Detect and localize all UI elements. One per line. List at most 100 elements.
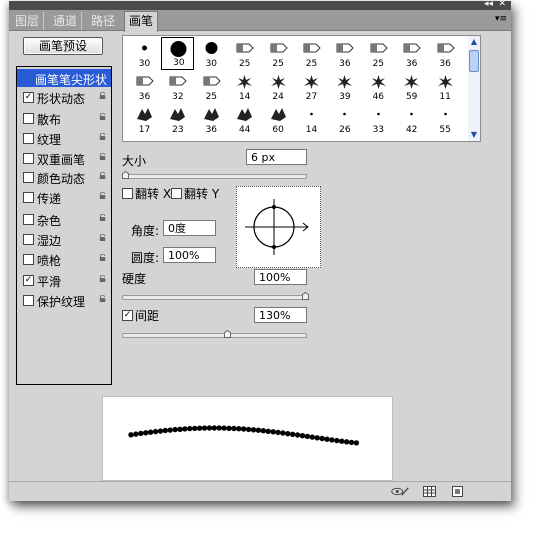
flip-x-checkbox[interactable] bbox=[122, 188, 133, 199]
brush-setting-item[interactable]: 保护纹理 bbox=[17, 291, 111, 309]
setting-checkbox[interactable] bbox=[23, 172, 34, 183]
close-icon[interactable]: ✕ bbox=[498, 0, 506, 10]
brush-tip-cell[interactable]: 36 bbox=[429, 37, 462, 70]
brush-setting-item[interactable]: 传递 bbox=[17, 188, 111, 206]
brush-tip-cell[interactable]: 11 bbox=[429, 70, 462, 103]
brush-setting-item[interactable]: ✓ 平滑 bbox=[17, 271, 111, 289]
tab-paths[interactable]: 路径 bbox=[87, 12, 119, 30]
tab-layers[interactable]: 图层 bbox=[11, 12, 45, 30]
lock-icon[interactable] bbox=[98, 295, 107, 302]
hardness-field[interactable]: 100% bbox=[254, 269, 307, 285]
brush-setting-item[interactable]: ✓ 形状动态 bbox=[17, 88, 111, 106]
brush-tip-cell[interactable]: 30 bbox=[161, 37, 195, 70]
scroll-up-icon[interactable]: ▲ bbox=[468, 36, 480, 48]
brush-setting-item[interactable]: 纹理 bbox=[17, 129, 111, 147]
angle-roundness-preview[interactable] bbox=[236, 186, 321, 268]
brush-tip-cell[interactable]: 25 bbox=[362, 37, 395, 70]
lock-icon[interactable] bbox=[98, 153, 107, 160]
grid-icon[interactable] bbox=[423, 486, 436, 497]
brush-tip-size: 32 bbox=[172, 92, 184, 102]
brush-tip-cell[interactable]: 25 bbox=[295, 37, 328, 70]
brush-tip-cell[interactable]: 32 bbox=[161, 70, 194, 103]
brush-tip-cell[interactable]: 36 bbox=[128, 70, 161, 103]
brush-tip-cell[interactable]: 14 bbox=[295, 103, 328, 136]
brush-tip-cell[interactable]: 14 bbox=[228, 70, 261, 103]
lock-icon[interactable] bbox=[98, 113, 107, 120]
setting-checkbox[interactable] bbox=[23, 254, 34, 265]
setting-checkbox[interactable] bbox=[23, 295, 34, 306]
scroll-thumb[interactable] bbox=[469, 50, 479, 72]
brush-tip-cell[interactable]: 39 bbox=[328, 70, 361, 103]
brush-setting-item[interactable]: 湿边 bbox=[17, 230, 111, 248]
setting-checkbox[interactable] bbox=[23, 234, 34, 245]
size-field[interactable]: 6 px bbox=[246, 149, 307, 165]
brush-tip-cell[interactable]: 42 bbox=[395, 103, 428, 136]
brush-tip-cell[interactable]: 23 bbox=[161, 103, 194, 136]
brush-tip-cell[interactable]: 36 bbox=[328, 37, 361, 70]
brush-presets-button[interactable]: 画笔预设 bbox=[23, 37, 103, 55]
brush-tip-cell[interactable]: 36 bbox=[195, 103, 228, 136]
brush-tip-cell[interactable]: 44 bbox=[228, 103, 261, 136]
setting-checkbox[interactable]: ✓ bbox=[23, 92, 34, 103]
brush-tip-cell[interactable]: 24 bbox=[262, 70, 295, 103]
setting-checkbox[interactable] bbox=[23, 153, 34, 164]
spacing-slider-thumb[interactable] bbox=[224, 330, 231, 338]
lock-icon[interactable] bbox=[98, 275, 107, 282]
brush-tip-cell[interactable]: 46 bbox=[362, 70, 395, 103]
brush-setting-item[interactable]: 画笔笔尖形状 bbox=[17, 69, 111, 87]
brush-tip-cell[interactable]: 17 bbox=[128, 103, 161, 136]
lock-icon[interactable] bbox=[98, 234, 107, 241]
brush-tip-cell[interactable]: 25 bbox=[195, 70, 228, 103]
panel-menu-icon[interactable]: ▾≡ bbox=[495, 14, 507, 24]
brush-setting-item[interactable]: 杂色 bbox=[17, 210, 111, 228]
lock-icon[interactable] bbox=[98, 92, 107, 99]
size-slider[interactable] bbox=[122, 174, 307, 179]
lock-icon[interactable] bbox=[98, 254, 107, 261]
size-slider-thumb[interactable] bbox=[122, 171, 129, 179]
spacing-checkbox[interactable]: ✓ bbox=[122, 310, 133, 321]
collapse-icon[interactable]: ◂◂ bbox=[484, 0, 493, 10]
setting-label: 传递 bbox=[37, 192, 62, 206]
lock-icon[interactable] bbox=[98, 133, 107, 140]
brush-tip-cell[interactable]: 26 bbox=[328, 103, 361, 136]
brush-grid-scrollbar[interactable]: ▲ ▼ bbox=[468, 35, 481, 142]
brush-tip-cell[interactable]: 25 bbox=[228, 37, 261, 70]
setting-checkbox[interactable]: ✓ bbox=[23, 275, 34, 286]
brush-setting-item[interactable]: 喷枪 bbox=[17, 250, 111, 268]
brush-tip-cell[interactable]: 30 bbox=[128, 37, 161, 70]
brush-tip-cell[interactable]: 55 bbox=[429, 103, 462, 136]
brush-tip-cell[interactable]: 30 bbox=[195, 37, 228, 70]
hardness-slider-thumb[interactable] bbox=[302, 292, 309, 300]
lock-icon[interactable] bbox=[98, 214, 107, 221]
tab-channels[interactable]: 通道 bbox=[49, 12, 83, 30]
brush-tip-cell[interactable]: 33 bbox=[362, 103, 395, 136]
setting-checkbox[interactable] bbox=[23, 214, 34, 225]
brush-tip-cell[interactable]: 25 bbox=[262, 37, 295, 70]
brush-setting-item[interactable]: 双重画笔 bbox=[17, 149, 111, 167]
brush-tip-size: 36 bbox=[205, 125, 218, 135]
toggle-preview-icon[interactable] bbox=[390, 486, 410, 497]
scroll-down-icon[interactable]: ▼ bbox=[468, 129, 480, 141]
roundness-field[interactable]: 100% bbox=[163, 247, 216, 263]
angle-field[interactable]: 0度 bbox=[163, 220, 216, 236]
angle-crosshair-icon[interactable] bbox=[237, 187, 320, 267]
setting-checkbox[interactable] bbox=[23, 133, 34, 144]
brush-tip-cell[interactable]: 59 bbox=[395, 70, 428, 103]
flip-y-checkbox[interactable] bbox=[171, 188, 182, 199]
setting-checkbox[interactable] bbox=[23, 113, 34, 124]
lock-icon[interactable] bbox=[98, 172, 107, 179]
brush-tip-cell[interactable]: 27 bbox=[295, 70, 328, 103]
brush-tip-glyph-icon bbox=[370, 43, 388, 53]
spacing-field[interactable]: 130% bbox=[254, 307, 307, 323]
new-brush-icon[interactable] bbox=[452, 486, 464, 497]
brush-tip-cell[interactable]: 60 bbox=[262, 103, 295, 136]
brush-setting-item[interactable]: 颜色动态 bbox=[17, 168, 111, 186]
brush-tip-glyph-icon bbox=[304, 75, 319, 89]
brush-setting-item[interactable]: 散布 bbox=[17, 109, 111, 127]
spacing-slider[interactable] bbox=[122, 333, 307, 338]
setting-checkbox[interactable] bbox=[23, 192, 34, 203]
hardness-slider[interactable] bbox=[122, 295, 307, 300]
tab-brushes[interactable]: 画笔 bbox=[124, 11, 159, 32]
lock-icon[interactable] bbox=[98, 192, 107, 199]
brush-tip-cell[interactable]: 36 bbox=[395, 37, 428, 70]
